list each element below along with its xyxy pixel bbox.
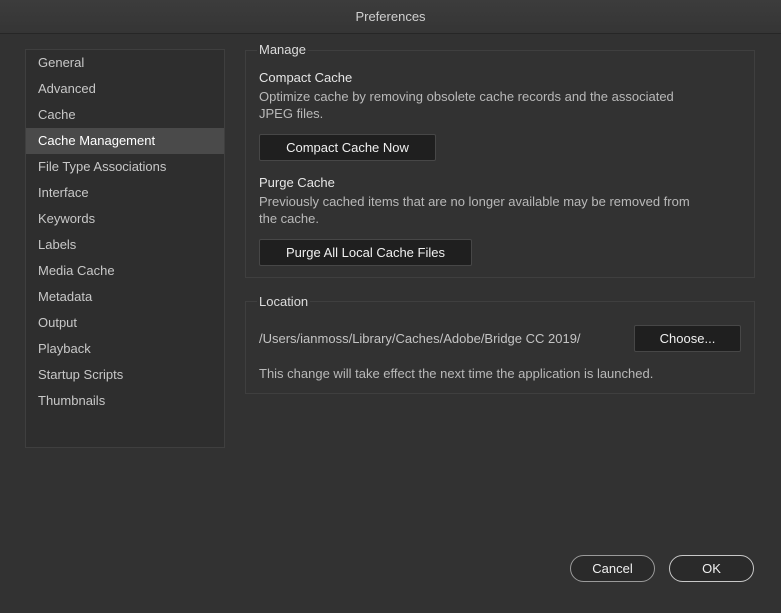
ok-button[interactable]: OK: [669, 555, 754, 582]
compact-cache-now-button[interactable]: Compact Cache Now: [259, 134, 436, 161]
sidebar-item-thumbnails[interactable]: Thumbnails: [26, 388, 224, 414]
sidebar-item-startup-scripts[interactable]: Startup Scripts: [26, 362, 224, 388]
title-bar: Preferences: [0, 0, 781, 34]
manage-group-title: Manage: [257, 42, 308, 57]
sidebar-item-media-cache[interactable]: Media Cache: [26, 258, 224, 284]
compact-cache-description-line-1: Optimize cache by removing obsolete cach…: [259, 89, 674, 104]
cache-location-path: /Users/ianmoss/Library/Caches/Adobe/Brid…: [259, 331, 581, 346]
location-group-title: Location: [257, 294, 311, 309]
sidebar-item-playback[interactable]: Playback: [26, 336, 224, 362]
sidebar-item-general[interactable]: General: [26, 50, 224, 76]
sidebar-item-labels[interactable]: Labels: [26, 232, 224, 258]
location-change-note: This change will take effect the next ti…: [259, 366, 654, 381]
sidebar-item-keywords[interactable]: Keywords: [26, 206, 224, 232]
sidebar-item-cache-management[interactable]: Cache Management: [26, 128, 224, 154]
purge-cache-heading: Purge Cache: [259, 175, 335, 190]
compact-cache-heading: Compact Cache: [259, 70, 353, 85]
sidebar-item-output[interactable]: Output: [26, 310, 224, 336]
sidebar-item-metadata[interactable]: Metadata: [26, 284, 224, 310]
sidebar-item-cache[interactable]: Cache: [26, 102, 224, 128]
purge-cache-description-line-1: Previously cached items that are no long…: [259, 194, 690, 209]
compact-cache-description-line-2: JPEG files.: [259, 106, 324, 121]
sidebar-item-advanced[interactable]: Advanced: [26, 76, 224, 102]
window-title: Preferences: [355, 9, 426, 24]
sidebar-item-file-type-associations[interactable]: File Type Associations: [26, 154, 224, 180]
cancel-button[interactable]: Cancel: [570, 555, 655, 582]
purge-cache-description-line-2: the cache.: [259, 211, 319, 226]
preferences-sidebar: General Advanced Cache Cache Management …: [25, 49, 225, 448]
purge-all-local-cache-files-button[interactable]: Purge All Local Cache Files: [259, 239, 472, 266]
sidebar-item-interface[interactable]: Interface: [26, 180, 224, 206]
choose-location-button[interactable]: Choose...: [634, 325, 741, 352]
